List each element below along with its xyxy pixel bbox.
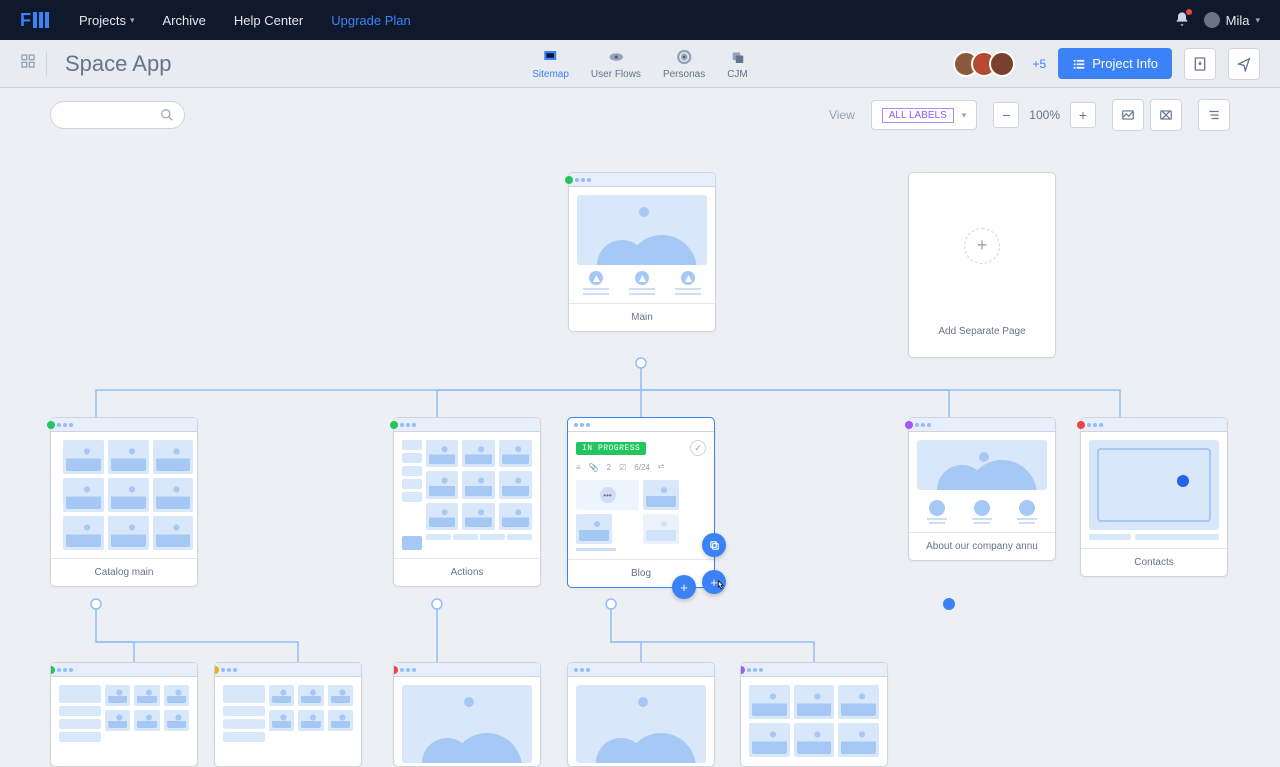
nav-archive[interactable]: Archive <box>163 13 206 28</box>
export-button[interactable] <box>1184 48 1216 80</box>
search-icon <box>160 108 174 122</box>
view-tabs: Sitemap User Flows Personas CJM <box>532 47 748 80</box>
check-icon[interactable]: ✓ <box>690 440 706 456</box>
eye-icon <box>606 47 626 67</box>
chevron-down-icon: ▾ <box>962 110 967 121</box>
apps-icon[interactable] <box>20 53 36 74</box>
plus-icon: + <box>964 228 1000 264</box>
nav-projects[interactable]: Projects ▾ <box>79 13 135 28</box>
page-node-actions[interactable]: Actions <box>393 417 541 587</box>
duplicate-button[interactable] <box>702 533 726 557</box>
description-icon: ≡ <box>576 463 581 472</box>
page-node-child[interactable] <box>740 662 888 767</box>
toggle-thumbnails-button[interactable] <box>1112 99 1144 131</box>
tasks-icon: ☑ <box>619 463 626 472</box>
labels-filter[interactable]: ALL LABELS ▾ <box>871 100 978 130</box>
view-label: View <box>829 108 855 122</box>
page-node-child[interactable] <box>50 662 198 767</box>
avatar-icon <box>1204 12 1220 28</box>
search-input[interactable] <box>50 101 185 129</box>
chevron-down-icon: ▾ <box>130 15 135 26</box>
nav-upgrade[interactable]: Upgrade Plan <box>331 13 411 28</box>
add-child-button[interactable]: + <box>672 575 696 599</box>
zoom-controls: − 100% + <box>993 102 1096 128</box>
structure-button[interactable] <box>1198 99 1230 131</box>
top-nav: F Projects ▾ Archive Help Center Upgrade… <box>0 0 1280 40</box>
zoom-out-button[interactable]: − <box>993 102 1019 128</box>
sitemap-icon <box>541 47 561 67</box>
page-node-blog[interactable]: IN PROGRESS ✓ ≡ 📎2 ☑6/24 ⮂ ••• Blog + + <box>567 417 715 588</box>
list-icon <box>1072 57 1086 71</box>
page-node-child[interactable] <box>214 662 362 767</box>
cursor-icon <box>713 578 729 594</box>
share-button[interactable] <box>1228 48 1260 80</box>
extra-collaborators[interactable]: +5 <box>1033 57 1047 71</box>
project-info-button[interactable]: Project Info <box>1058 48 1172 79</box>
node-title: Main <box>569 303 715 331</box>
collaborator-avatars[interactable] <box>953 51 1015 77</box>
logo[interactable]: F <box>20 10 49 31</box>
nav-help[interactable]: Help Center <box>234 13 303 28</box>
user-menu[interactable]: Mila ▾ <box>1204 12 1260 28</box>
page-node-catalog[interactable]: Catalog main <box>50 417 198 587</box>
page-node-child[interactable] <box>567 662 715 767</box>
link-icon: ⮂ <box>658 462 664 472</box>
add-separate-page[interactable]: + Add Separate Page <box>908 172 1056 358</box>
sitemap-canvas[interactable]: Main + Add Separate Page <box>0 142 1280 765</box>
tab-personas[interactable]: Personas <box>663 47 705 80</box>
notifications-icon[interactable] <box>1174 11 1190 30</box>
page-node-main[interactable]: Main <box>568 172 716 332</box>
tab-cjm[interactable]: CJM <box>727 47 748 80</box>
tab-sitemap[interactable]: Sitemap <box>532 47 569 80</box>
page-node-contacts[interactable]: Contacts <box>1080 417 1228 577</box>
toolbar: View ALL LABELS ▾ − 100% + <box>0 88 1280 142</box>
attachment-icon: 📎 <box>589 463 599 472</box>
project-title: Space App <box>65 51 171 77</box>
chevron-down-icon: ▾ <box>1255 15 1260 26</box>
layers-icon <box>727 47 747 67</box>
target-icon <box>674 47 694 67</box>
zoom-in-button[interactable]: + <box>1070 102 1096 128</box>
page-node-about[interactable]: About our company annu <box>908 417 1056 561</box>
project-header: Space App Sitemap User Flows Personas CJ… <box>0 40 1280 88</box>
zoom-value: 100% <box>1025 108 1064 122</box>
page-node-child[interactable] <box>393 662 541 767</box>
tab-userflows[interactable]: User Flows <box>591 47 641 80</box>
toggle-connections-button[interactable] <box>1150 99 1182 131</box>
status-badge: IN PROGRESS <box>576 442 646 455</box>
